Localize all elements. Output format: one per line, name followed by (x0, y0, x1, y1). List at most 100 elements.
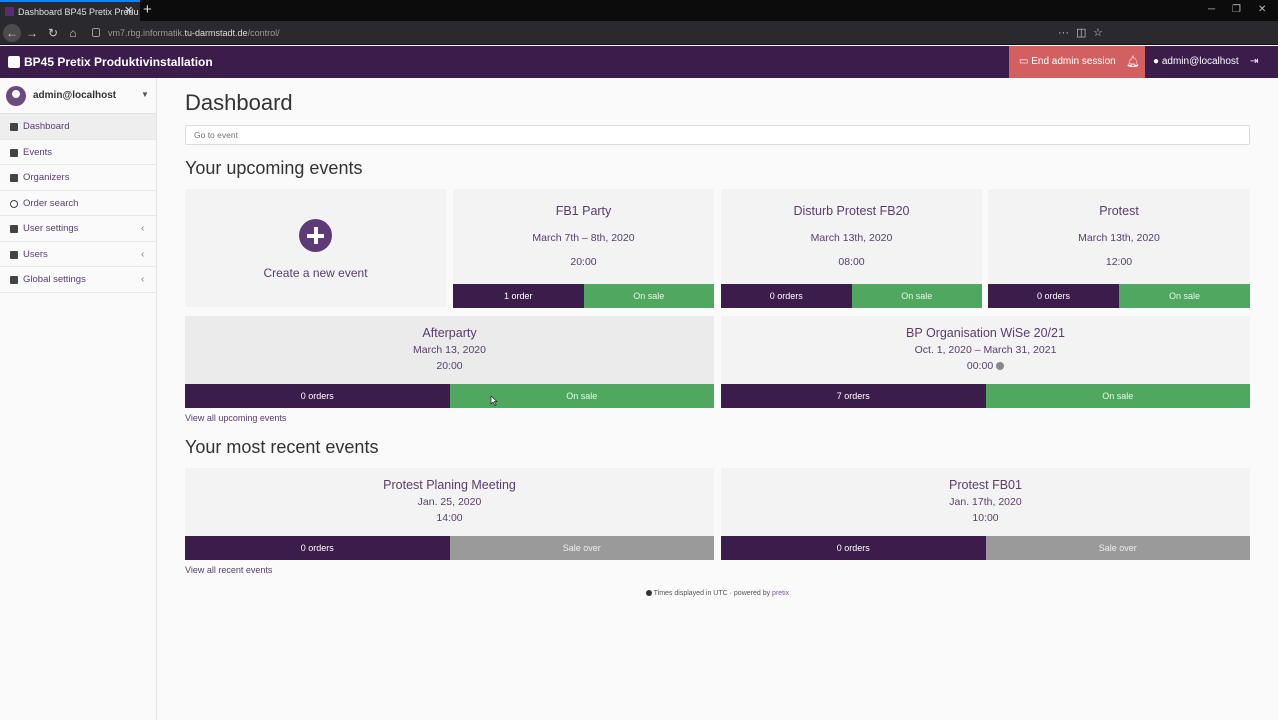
close-tab-icon[interactable]: ✕ (124, 2, 133, 21)
event-name: Afterparty (422, 326, 477, 340)
event-orders-link[interactable]: 1 order (453, 284, 584, 308)
lock-icon (92, 28, 100, 37)
event-card-disturb-protest-fb20[interactable]: Disturb Protest FB20 March 13th, 2020 08… (721, 189, 982, 308)
sidebar-item-organizers[interactable]: Organizers (0, 165, 156, 191)
bell-icon[interactable]: 🔔︎ (1126, 46, 1140, 78)
event-status-bar: 0 orders On sale (721, 284, 982, 308)
sidebar-username: admin@localhost (33, 90, 117, 101)
event-status-bar: 1 order On sale (453, 284, 714, 308)
bookmark-star-icon[interactable]: ☆ (1093, 24, 1103, 42)
favicon-icon (5, 7, 14, 16)
admin-icon: ▭ (1019, 56, 1029, 67)
header-user-link[interactable]: ● admin@localhost (1145, 46, 1245, 78)
browser-tab-bar: Dashboard BP45 Pretix Produ ✕ + ─ ❐ ✕ (0, 0, 1278, 21)
event-orders-link[interactable]: 0 orders (721, 536, 986, 560)
view-all-recent-link[interactable]: View all recent events (185, 565, 272, 575)
minimize-icon[interactable]: ─ (1208, 0, 1215, 20)
event-date: Jan. 25, 2020 (417, 496, 482, 508)
sidebar-item-events[interactable]: Events (0, 140, 156, 165)
user-icon (10, 250, 18, 259)
globe-icon (645, 590, 652, 596)
event-orders-link[interactable]: 0 orders (721, 284, 852, 308)
url-prefix: vm7.rbg.informatik. (108, 28, 185, 38)
sidebar-item-label: Order search (23, 197, 79, 209)
sidebar-item-label: Dashboard (23, 121, 70, 132)
event-time: 08:00 (838, 256, 865, 268)
sidebar-item-global-settings[interactable]: Global settings ‹ (0, 267, 156, 293)
go-to-event-input[interactable] (185, 125, 1250, 145)
event-status-badge: Sale over (449, 536, 714, 560)
reload-icon[interactable]: ↻ (44, 24, 62, 42)
browser-tab[interactable]: Dashboard BP45 Pretix Produ ✕ (0, 0, 140, 21)
event-status-badge: On sale (985, 384, 1250, 408)
event-date: March 13th, 2020 (810, 232, 893, 244)
event-date: March 7th – 8th, 2020 (532, 232, 635, 244)
sidebar-item-label: Global settings (23, 274, 86, 285)
dashboard-icon (10, 123, 18, 131)
sidebar-item-label: Organizers (23, 172, 70, 183)
recent-heading: Your most recent events (185, 437, 379, 457)
forward-icon[interactable]: → (23, 24, 41, 42)
sidebar-item-order-search[interactable]: Order search (0, 191, 156, 216)
event-name: Protest FB01 (949, 478, 1022, 492)
url-host: tu-darmstadt.de (184, 28, 248, 38)
event-status-bar: 0 orders On sale (988, 284, 1250, 308)
sidebar-item-users[interactable]: Users ‹ (0, 242, 156, 267)
event-status-badge: On sale (1119, 284, 1250, 308)
event-orders-link[interactable]: 0 orders (185, 536, 450, 560)
event-time-row: 00:00 (721, 360, 1250, 372)
restore-icon[interactable]: ❐ (1232, 0, 1241, 20)
sidebar-item-label: Users (23, 248, 48, 260)
event-orders-link[interactable]: 7 orders (721, 384, 986, 408)
pretix-logo-icon (8, 56, 20, 68)
calendar-icon (10, 148, 18, 157)
back-icon[interactable]: ← (3, 24, 21, 42)
pocket-icon[interactable]: ◫ (1076, 24, 1086, 42)
event-orders-link[interactable]: 0 orders (185, 384, 450, 408)
wrench-icon (10, 276, 18, 284)
event-status-bar: 0 orders Sale over (185, 536, 714, 560)
caret-down-icon: ▼ (141, 90, 149, 99)
create-event-card[interactable]: Create a new event (185, 189, 446, 307)
sidebar-item-dashboard[interactable]: Dashboard (0, 114, 156, 140)
event-date: March 13, 2020 (413, 344, 486, 356)
event-name: Protest (1099, 204, 1139, 218)
globe-icon (996, 362, 1005, 370)
event-name: Protest Planing Meeting (383, 478, 516, 492)
pretix-link[interactable]: pretix (772, 590, 789, 597)
app-header: BP45 Pretix Produktivinstallation ▭ End … (0, 46, 1278, 78)
sidebar-user[interactable]: admin@localhost ▼ (0, 78, 156, 114)
event-status-bar: 0 orders On sale (185, 384, 714, 408)
event-time: 12:00 (1105, 256, 1133, 268)
event-name: BP Organisation WiSe 20/21 (906, 326, 1065, 340)
event-card-protest[interactable]: Protest March 13th, 2020 12:00 0 orders … (988, 189, 1250, 308)
chevron-left-icon: ‹ (141, 274, 145, 285)
event-orders-link[interactable]: 0 orders (988, 284, 1119, 308)
footer: Times displayed in UTC · powered by pret… (185, 590, 1250, 597)
page-actions-icon[interactable]: ··· (1058, 24, 1069, 42)
plus-circle-icon (299, 219, 332, 252)
end-admin-session-button[interactable]: ▭ End admin session (1009, 46, 1145, 78)
event-time: 10:00 (972, 512, 999, 524)
header-user-label: admin@localhost (1161, 56, 1239, 67)
new-tab-icon[interactable]: + (143, 0, 152, 20)
event-card-protest-planing-meeting[interactable]: Protest Planing Meeting Jan. 25, 2020 14… (185, 468, 714, 560)
view-all-upcoming-link[interactable]: View all upcoming events (185, 413, 286, 423)
event-card-protest-fb01[interactable]: Protest FB01 Jan. 17th, 2020 10:00 0 ord… (721, 468, 1250, 560)
event-card-afterparty[interactable]: Afterparty March 13, 2020 20:00 0 orders… (185, 316, 714, 408)
event-time: 14:00 (436, 512, 463, 524)
home-icon[interactable]: ⌂ (64, 24, 82, 42)
avatar (6, 86, 26, 106)
mouse-cursor-icon (490, 396, 498, 406)
url-bar[interactable]: vm7.rbg.informatik.tu-darmstadt.de/contr… (88, 24, 1048, 42)
brand-name: BP45 Pretix Produktivinstallation (24, 55, 213, 69)
brand-link[interactable]: BP45 Pretix Produktivinstallation (8, 46, 213, 78)
logout-icon[interactable]: ⇥ (1250, 46, 1258, 78)
event-card-fb1-party[interactable]: FB1 Party March 7th – 8th, 2020 20:00 1 … (453, 189, 714, 308)
chevron-left-icon: ‹ (141, 223, 145, 234)
sidebar-item-user-settings[interactable]: User settings ‹ (0, 216, 156, 242)
close-window-icon[interactable]: ✕ (1258, 0, 1266, 20)
event-time: 20:00 (436, 360, 463, 372)
event-card-bp-organisation[interactable]: BP Organisation WiSe 20/21 Oct. 1, 2020 … (721, 316, 1250, 408)
event-status-badge: On sale (851, 284, 982, 308)
